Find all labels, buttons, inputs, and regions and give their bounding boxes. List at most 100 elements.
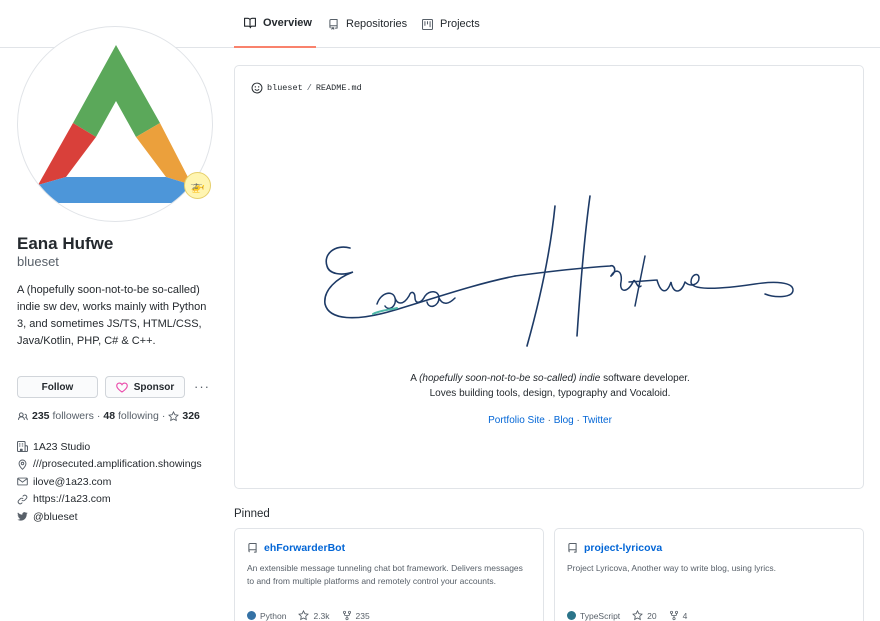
- stars-count: 2.3k: [313, 610, 330, 621]
- mail-icon: [17, 477, 28, 486]
- language-color-dot: [567, 611, 576, 620]
- website-row: https://1a23.com: [17, 491, 202, 509]
- readme-owner[interactable]: blueset: [267, 83, 303, 93]
- following-label: following: [118, 410, 159, 422]
- stars-count: 20: [647, 610, 657, 621]
- avatar-logo: [38, 45, 192, 203]
- status-badge[interactable]: 🚁: [184, 172, 211, 199]
- project-icon: [422, 18, 433, 30]
- follow-button[interactable]: Follow: [17, 376, 98, 398]
- signature-image: [324, 195, 794, 347]
- tab-label: Overview: [263, 17, 312, 29]
- profile-login: blueset: [17, 254, 59, 269]
- follow-label: Follow: [41, 381, 74, 393]
- repo-language: TypeScript: [567, 611, 620, 621]
- readme-file[interactable]: README.md: [316, 83, 362, 93]
- star-icon: [298, 610, 310, 621]
- more-options-icon[interactable]: ···: [194, 379, 210, 394]
- repo-name: ehForwarderBot: [264, 542, 346, 554]
- repo-meta: Python 2.3k 235: [247, 610, 370, 621]
- location-row: ///prosecuted.amplification.showings: [17, 456, 202, 474]
- smiley-icon: [251, 82, 263, 94]
- star-icon: [168, 410, 180, 421]
- tab-label: Repositories: [346, 18, 408, 30]
- tagline-italic: (hopefully soon-not-to-be so-called) ind…: [419, 373, 601, 384]
- repo-meta: TypeScript 20 4: [567, 610, 687, 621]
- stars-link[interactable]: 326: [168, 410, 200, 422]
- fork-icon: [669, 610, 678, 621]
- organization-icon: [17, 441, 28, 453]
- following-link[interactable]: 48 following: [103, 410, 158, 422]
- tab-repositories[interactable]: Repositories: [328, 0, 407, 48]
- profile-bio: A (hopefully soon-not-to-be so-called) i…: [17, 284, 207, 347]
- readme-tagline: A (hopefully soon-not-to-be so-called) i…: [235, 371, 865, 401]
- following-count: 48: [103, 410, 116, 422]
- pinned-repo-card: ehForwarderBot An extensible message tun…: [234, 528, 544, 621]
- helicopter-icon: 🚁: [190, 178, 205, 193]
- repo-stars[interactable]: 20: [632, 610, 657, 621]
- email-row: ilove@1a23.com: [17, 473, 202, 491]
- stats-separator: ·: [161, 410, 166, 422]
- repo-link[interactable]: ehForwarderBot: [247, 542, 345, 554]
- sponsor-button[interactable]: Sponsor: [105, 376, 185, 398]
- repo-forks[interactable]: 235: [342, 610, 370, 621]
- fork-icon: [342, 610, 351, 621]
- link-separator: ·: [576, 415, 580, 426]
- readme-box: blueset / README.md A (hopefully soon-no…: [234, 65, 864, 489]
- company-row: 1A23 Studio: [17, 438, 202, 456]
- pinned-repo-card: project-lyricova Project Lyricova, Anoth…: [554, 528, 864, 621]
- tab-label: Projects: [440, 18, 480, 30]
- pinned-title: Pinned: [234, 508, 270, 520]
- repo-icon: [248, 542, 257, 553]
- followers-link[interactable]: 235 followers: [32, 410, 94, 422]
- sponsor-label: Sponsor: [133, 381, 175, 393]
- repo-name: project-lyricova: [584, 542, 663, 554]
- repo-description: An extensible message tunneling chat bot…: [247, 563, 523, 586]
- link-icon: [17, 494, 28, 505]
- avatar[interactable]: [17, 26, 213, 222]
- blog-link[interactable]: Blog: [554, 415, 574, 426]
- twitter-handle[interactable]: @blueset: [33, 511, 78, 523]
- followers-label: followers: [52, 410, 94, 422]
- location: ///prosecuted.amplification.showings: [33, 458, 202, 471]
- language-name: TypeScript: [580, 610, 621, 621]
- heart-icon: [115, 381, 128, 393]
- tab-overview[interactable]: Overview: [234, 0, 316, 48]
- tab-projects[interactable]: Projects: [422, 0, 480, 48]
- profile-name: Eana Hufwe: [17, 234, 114, 253]
- forks-count: 235: [355, 610, 370, 621]
- people-icon: [17, 411, 28, 420]
- profile-details: 1A23 Studio ///prosecuted.amplification.…: [17, 438, 202, 526]
- star-icon: [632, 610, 644, 621]
- stats-separator: ·: [96, 410, 101, 422]
- repo-description: Project Lyricova, Another way to write b…: [567, 563, 776, 573]
- repo-language: Python: [247, 611, 286, 621]
- readme-header: blueset / README.md: [251, 82, 362, 94]
- repo-link[interactable]: project-lyricova: [567, 542, 662, 554]
- language-color-dot: [247, 611, 256, 620]
- readme-links: Portfolio Site · Blog · Twitter: [235, 415, 865, 426]
- follow-stats: 235 followers · 48 following · 326: [17, 410, 200, 422]
- stars-count: 326: [182, 410, 200, 422]
- tagline-suffix: software developer.: [603, 373, 690, 384]
- language-name: Python: [260, 610, 287, 621]
- tagline-prefix: A: [410, 373, 417, 384]
- tagline-line2: Loves building tools, design, typography…: [429, 388, 671, 399]
- link-separator: ·: [547, 415, 551, 426]
- twitter-row: @blueset: [17, 508, 202, 526]
- repo-icon: [329, 18, 338, 30]
- website-link[interactable]: https://1a23.com: [33, 493, 111, 505]
- repo-stars[interactable]: 2.3k: [298, 610, 330, 621]
- repo-forks[interactable]: 4: [669, 610, 688, 621]
- twitter-link[interactable]: Twitter: [582, 415, 611, 426]
- followers-count: 235: [32, 410, 50, 422]
- forks-count: 4: [682, 610, 688, 621]
- email-link[interactable]: ilove@1a23.com: [33, 476, 111, 488]
- twitter-icon: [17, 512, 28, 521]
- repo-icon: [568, 542, 577, 553]
- book-icon: [244, 17, 256, 29]
- company: 1A23 Studio: [33, 440, 91, 453]
- readme-slash: /: [306, 83, 312, 93]
- location-icon: [18, 459, 27, 470]
- portfolio-link[interactable]: Portfolio Site: [488, 415, 545, 426]
